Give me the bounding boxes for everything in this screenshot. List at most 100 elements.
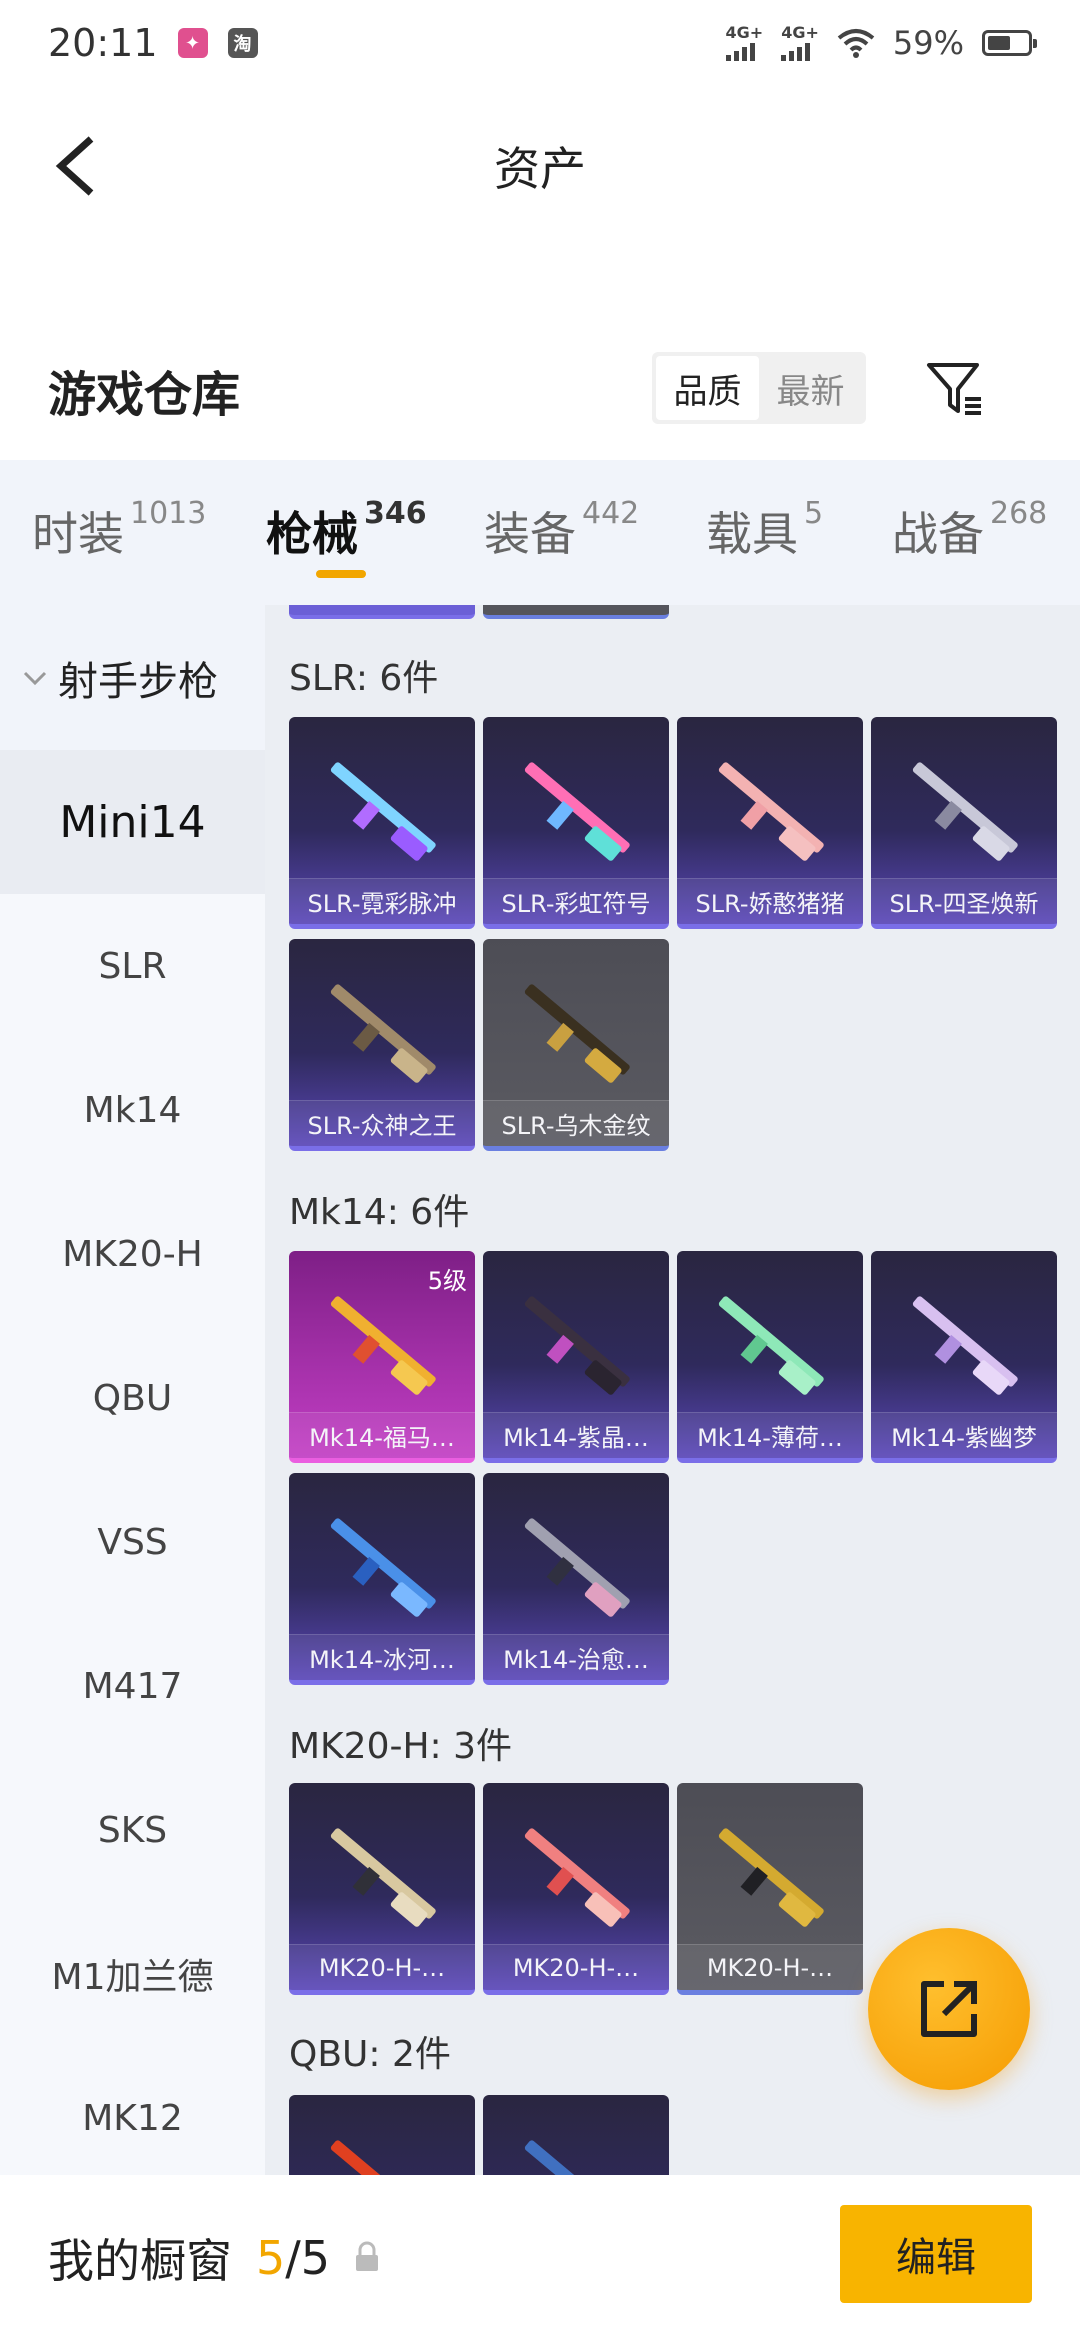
sidebar-item-sks[interactable]: SKS bbox=[0, 1758, 265, 1902]
skin-card[interactable] bbox=[289, 2095, 475, 2175]
sidebar-item-vss[interactable]: VSS bbox=[0, 1470, 265, 1614]
sidebar-item-slr[interactable]: SLR bbox=[0, 894, 265, 1038]
tab-guns[interactable]: 枪械 346 bbox=[266, 496, 427, 564]
rifle-image bbox=[330, 984, 436, 1083]
showcase-count-current: 5 bbox=[256, 2230, 286, 2285]
skin-card[interactable] bbox=[483, 2095, 669, 2175]
skin-card[interactable]: 5级 Mk14-福马… bbox=[289, 1251, 475, 1463]
skin-name: MK20-H-… bbox=[677, 1944, 863, 1990]
skin-name: Mk14-冰河… bbox=[289, 1634, 475, 1680]
back-chevron-icon bbox=[55, 136, 94, 196]
sidebar-item-m1-garand[interactable]: M1加兰德 bbox=[0, 1902, 265, 2046]
rifle-image bbox=[718, 762, 824, 861]
sort-segment: 品质 最新 bbox=[652, 352, 866, 424]
tab-fashion[interactable]: 时装 1013 bbox=[32, 496, 207, 564]
rifle-image bbox=[718, 1828, 824, 1927]
tab-count: 442 bbox=[582, 496, 640, 531]
tab-battle-gear[interactable]: 战备 268 bbox=[892, 496, 1048, 564]
rifle-image bbox=[718, 1296, 824, 1395]
skin-name: SLR-乌木金纹 bbox=[483, 1100, 669, 1146]
skin-card[interactable]: Mk14-紫幽梦 bbox=[871, 1251, 1057, 1463]
skin-card[interactable]: Mk14-薄荷… bbox=[677, 1251, 863, 1463]
showcase-count-total: 5 bbox=[300, 2230, 331, 2285]
rifle-image bbox=[524, 762, 630, 861]
sidebar-item-m417[interactable]: M417 bbox=[0, 1614, 265, 1758]
skin-name: SLR-众神之王 bbox=[289, 1100, 475, 1146]
chevron-down-icon bbox=[23, 671, 47, 685]
sidebar-item-mk14[interactable]: Mk14 bbox=[0, 1038, 265, 1182]
app-header: 资产 bbox=[0, 86, 1080, 246]
skin-card[interactable]: Mk14-治愈… bbox=[483, 1473, 669, 1685]
signal-2-icon: 4G+ bbox=[781, 25, 819, 61]
battery-icon bbox=[982, 30, 1037, 56]
skin-card[interactable]: SLR-乌木金纹 bbox=[483, 939, 669, 1151]
filter-button[interactable] bbox=[920, 354, 990, 424]
status-bar: 20:11 ✦ 淘 4G+ 4G+ 59% bbox=[0, 0, 1080, 86]
status-time: 20:11 bbox=[48, 21, 158, 65]
skin-card[interactable]: SLR-霓彩脉冲 bbox=[289, 717, 475, 929]
rifle-image bbox=[330, 1828, 436, 1927]
skin-card[interactable]: MK20-H-… bbox=[483, 1783, 669, 1995]
tab-label: 时装 bbox=[32, 507, 124, 561]
showcase-bar: 我的橱窗 5/5 编辑 bbox=[0, 2175, 1080, 2340]
edit-button[interactable]: 编辑 bbox=[840, 2205, 1032, 2303]
rifle-image bbox=[524, 2140, 630, 2175]
tab-vehicles[interactable]: 载具 5 bbox=[706, 496, 823, 564]
filter-icon bbox=[927, 363, 981, 415]
sidebar-item-mk20h[interactable]: MK20-H bbox=[0, 1182, 265, 1326]
skin-card[interactable]: Mk14-紫晶… bbox=[483, 1251, 669, 1463]
share-external-icon bbox=[921, 1981, 977, 2037]
tab-equipment[interactable]: 装备 442 bbox=[484, 496, 640, 564]
rifle-image bbox=[912, 1296, 1018, 1395]
skin-name: Mk14-治愈… bbox=[483, 1634, 669, 1680]
sidebar-item-mini14[interactable]: Mini14 bbox=[0, 750, 265, 894]
back-button[interactable] bbox=[40, 126, 110, 206]
sort-quality-button[interactable]: 品质 bbox=[656, 356, 759, 420]
sidebar-group-label: 射手步枪 bbox=[58, 658, 218, 705]
tab-count: 1013 bbox=[130, 496, 207, 531]
skin-card[interactable]: SLR-彩虹符号 bbox=[483, 717, 669, 929]
skin-card[interactable]: SLR-众神之王 bbox=[289, 939, 475, 1151]
tab-label: 装备 bbox=[484, 507, 576, 561]
share-fab-button[interactable] bbox=[868, 1928, 1030, 2090]
tab-count: 268 bbox=[990, 496, 1048, 531]
section-label-qbu: QBU: 2件 bbox=[289, 2034, 451, 2075]
showcase-label: 我的橱窗 bbox=[48, 2233, 232, 2288]
sidebar-item-mk12[interactable]: MK12 bbox=[0, 2046, 265, 2175]
skin-card[interactable]: Mk14-冰河… bbox=[289, 1473, 475, 1685]
skin-name: Mk14-薄荷… bbox=[677, 1412, 863, 1458]
rifle-image bbox=[524, 1296, 630, 1395]
rifle-image bbox=[330, 1518, 436, 1617]
tab-indicator bbox=[316, 570, 366, 578]
sort-newest-button[interactable]: 最新 bbox=[759, 356, 862, 420]
skin-name: SLR-娇憨猪猪 bbox=[677, 878, 863, 924]
skin-card[interactable]: SLR-四圣焕新 bbox=[871, 717, 1057, 929]
tab-label: 枪械 bbox=[266, 507, 358, 561]
showcase-count-separator: / bbox=[285, 2230, 301, 2285]
partial-card[interactable] bbox=[483, 605, 669, 619]
skin-card[interactable]: SLR-娇憨猪猪 bbox=[677, 717, 863, 929]
sidebar-group-marksman[interactable]: 射手步枪 bbox=[0, 605, 265, 750]
skin-name: Mk14-紫晶… bbox=[483, 1412, 669, 1458]
warehouse-title: 游戏仓库 bbox=[48, 367, 241, 423]
sidebar-item-qbu[interactable]: QBU bbox=[0, 1326, 265, 1470]
warehouse-header: 游戏仓库 品质 最新 bbox=[0, 340, 1080, 440]
skin-name: SLR-霓彩脉冲 bbox=[289, 878, 475, 924]
signal-1-icon: 4G+ bbox=[725, 25, 763, 61]
skin-name: MK20-H-… bbox=[483, 1944, 669, 1990]
lock-icon bbox=[356, 2241, 379, 2271]
rifle-image bbox=[524, 984, 630, 1083]
skin-name: SLR-彩虹符号 bbox=[483, 878, 669, 924]
tab-label: 载具 bbox=[706, 507, 798, 561]
skin-name: Mk14-紫幽梦 bbox=[871, 1412, 1057, 1458]
skin-name: SLR-四圣焕新 bbox=[871, 878, 1057, 924]
weapon-type-sidebar: 射手步枪 Mini14 SLR Mk14 MK20-H QBU VSS M417… bbox=[0, 605, 265, 2175]
skin-card[interactable]: MK20-H-… bbox=[677, 1783, 863, 1995]
rifle-image bbox=[524, 1518, 630, 1617]
rifle-image bbox=[912, 762, 1018, 861]
skin-card[interactable]: MK20-H-… bbox=[289, 1783, 475, 1995]
rifle-image bbox=[524, 1828, 630, 1927]
skin-name: Mk14-福马… bbox=[289, 1412, 475, 1458]
rifle-image bbox=[330, 762, 436, 861]
partial-card[interactable] bbox=[289, 605, 475, 619]
